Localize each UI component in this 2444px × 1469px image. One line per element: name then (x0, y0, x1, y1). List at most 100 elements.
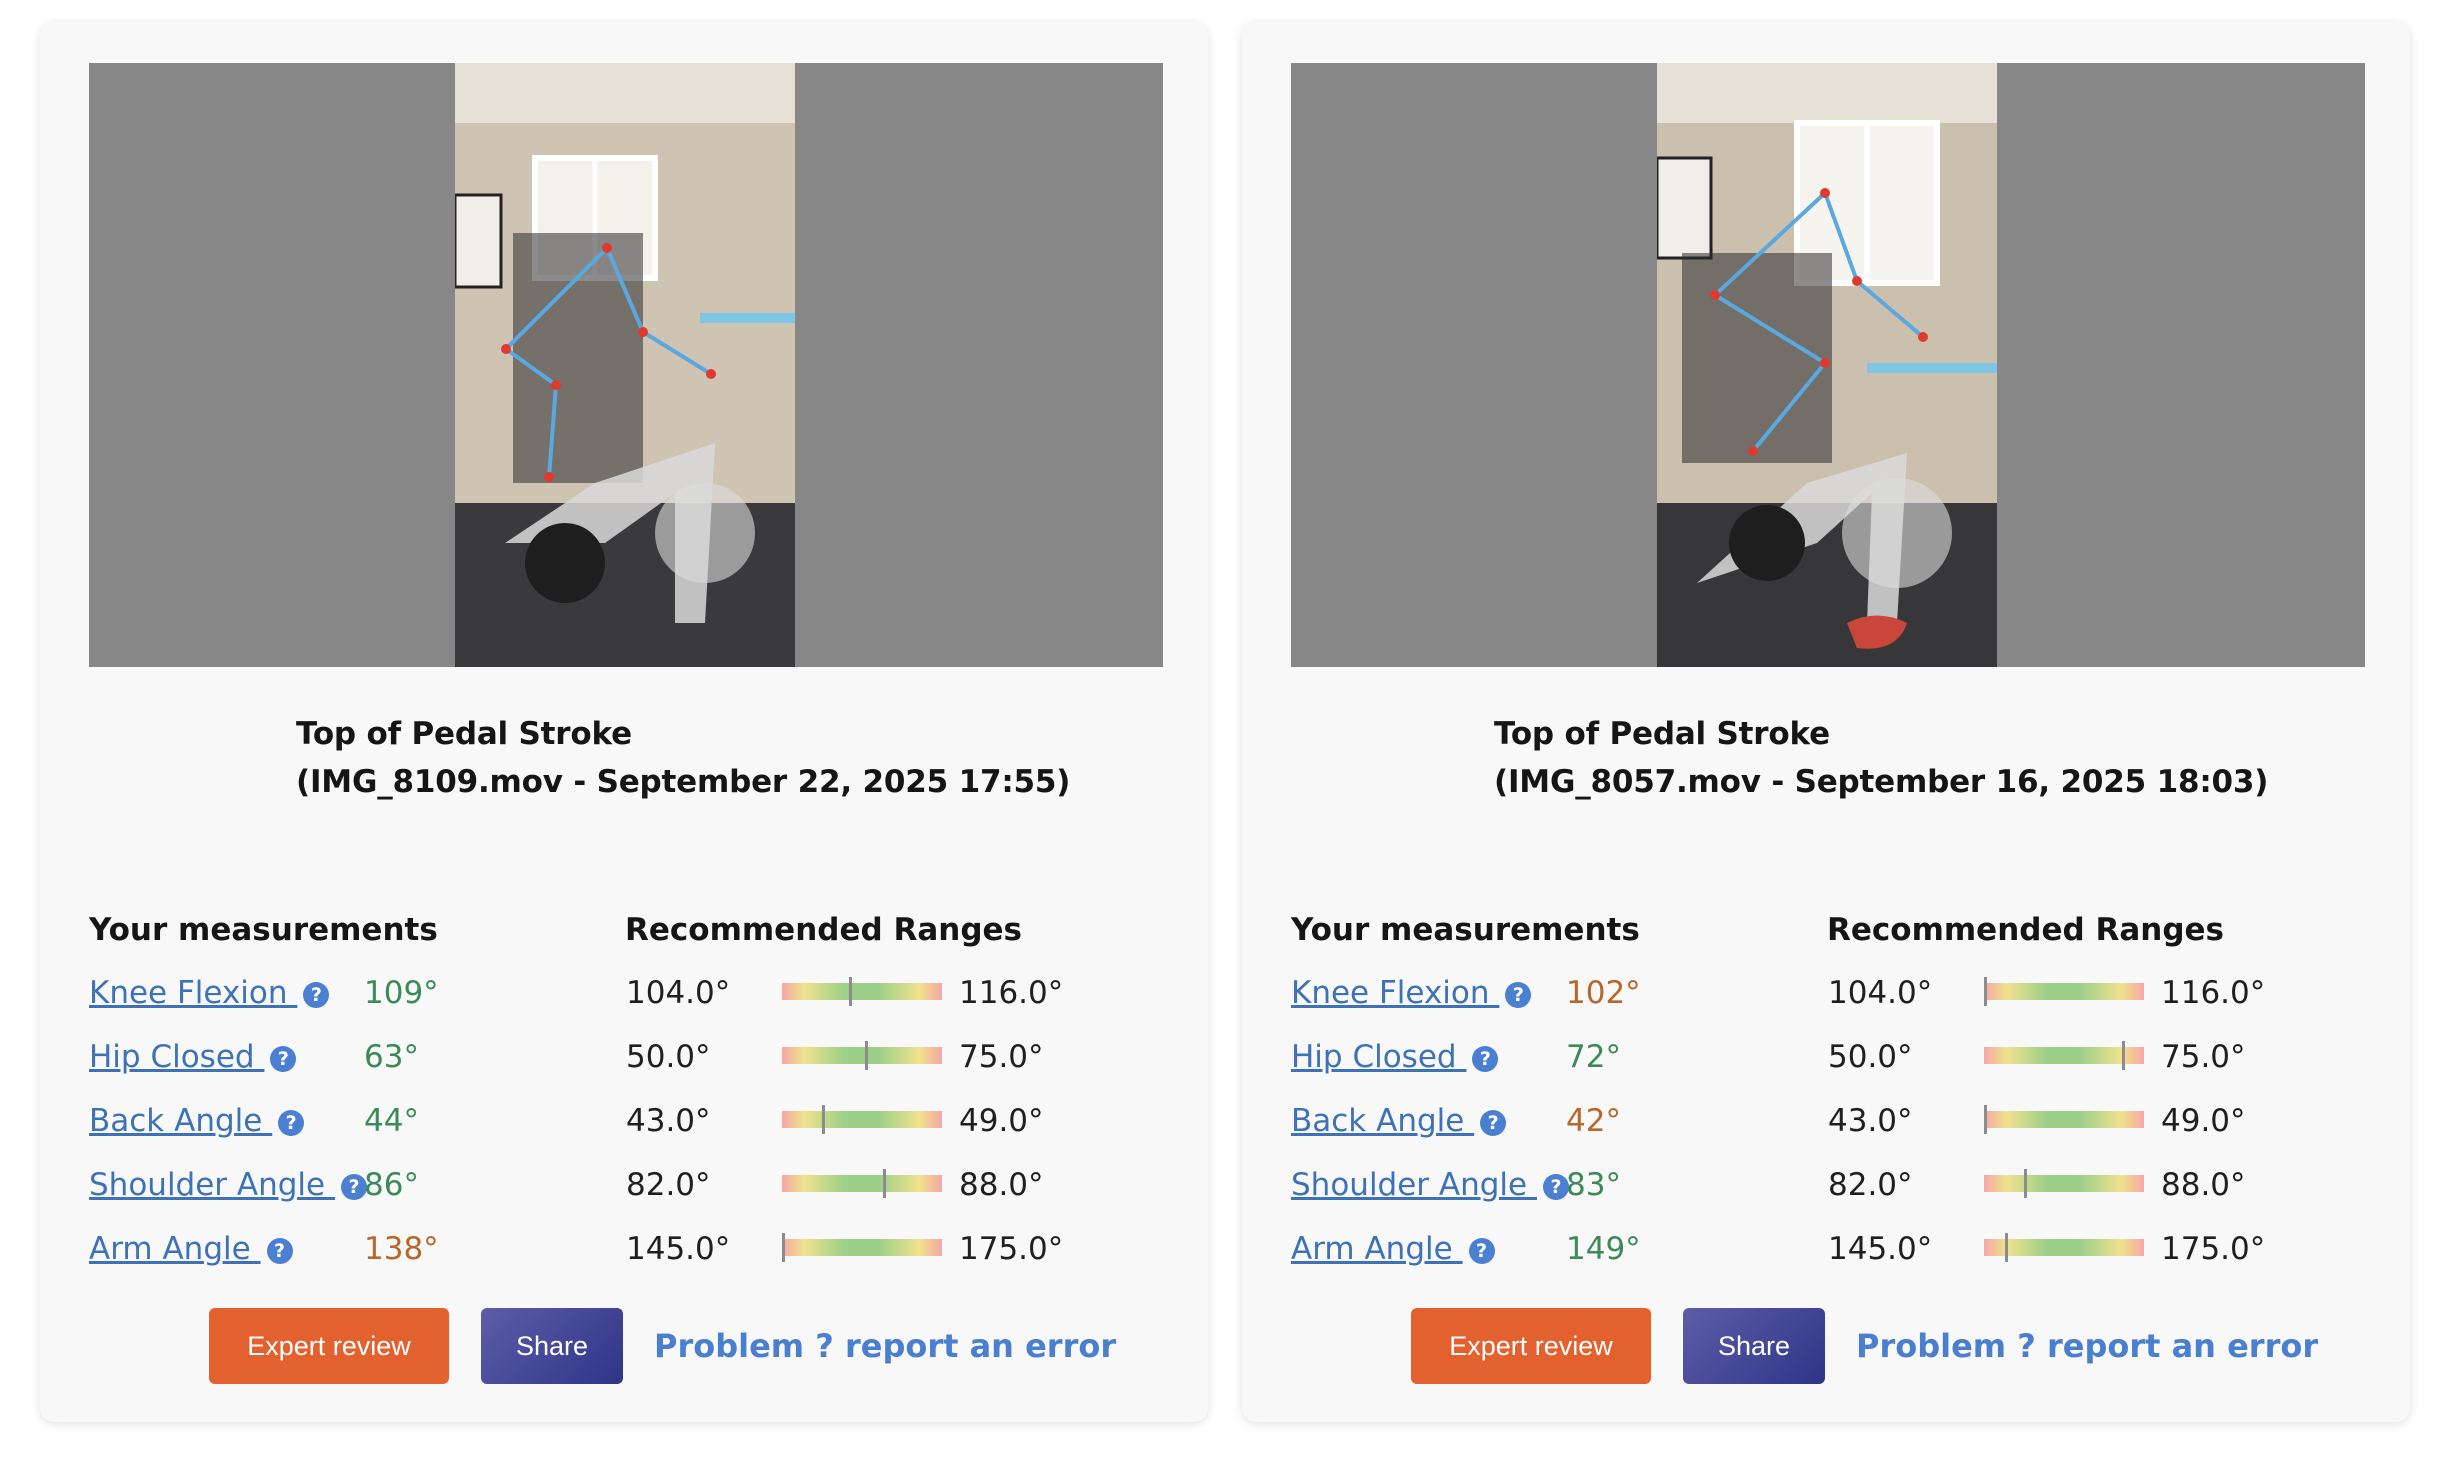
share-button[interactable]: Share (1683, 1308, 1825, 1384)
range-max: 116.0° (959, 975, 1064, 1011)
range-max: 75.0° (2161, 1039, 2246, 1075)
range-min: 104.0° (1828, 975, 1933, 1011)
expert-review-button[interactable]: Expert review (209, 1308, 449, 1384)
frame-caption: Top of Pedal Stroke (IMG_8057.mov - Sept… (1494, 710, 2268, 806)
video-frame[interactable] (1291, 63, 2365, 667)
range-marker (822, 1105, 825, 1134)
range-bar (782, 1105, 942, 1134)
report-error-link[interactable]: Problem ? report an error (1856, 1308, 2318, 1384)
analysis-card-2: Top of Pedal Stroke (IMG_8057.mov - Sept… (1242, 22, 2410, 1422)
range-min: 50.0° (626, 1039, 711, 1075)
range-marker (865, 1041, 869, 1070)
rider-photo (455, 63, 795, 667)
shoulder-angle-value: 86° (364, 1167, 419, 1203)
knee-flexion-link[interactable]: Knee Flexion ? (89, 968, 330, 1018)
help-icon[interactable]: ? (266, 1237, 293, 1264)
measurement-row-back-angle: Back Angle ? 42° 43.0° 49.0° (1291, 1096, 2371, 1146)
range-min: 82.0° (1828, 1167, 1913, 1203)
range-marker (1984, 977, 1987, 1006)
analysis-card-1: Top of Pedal Stroke (IMG_8109.mov - Sept… (40, 22, 1208, 1422)
range-max: 49.0° (959, 1103, 1044, 1139)
measurement-row-arm-angle: Arm Angle ? 149° 145.0° 175.0° (1291, 1224, 2371, 1274)
knee-flexion-value: 102° (1566, 975, 1641, 1011)
range-bar (1984, 1169, 2144, 1198)
range-min: 145.0° (626, 1231, 731, 1267)
help-icon[interactable]: ? (278, 1109, 305, 1136)
range-marker (782, 1233, 785, 1262)
range-min: 82.0° (626, 1167, 711, 1203)
measurements-heading: Your measurements (1291, 912, 1640, 948)
shoulder-angle-value: 83° (1566, 1167, 1621, 1203)
arm-angle-value: 149° (1566, 1231, 1641, 1267)
range-bar (1984, 977, 2144, 1006)
measurements-heading: Your measurements (89, 912, 438, 948)
measurement-row-shoulder-angle: Shoulder Angle ? 83° 82.0° 88.0° (1291, 1160, 2371, 1210)
measurement-row-knee-flexion: Knee Flexion ? 109° 104.0° 116.0° (89, 968, 1169, 1018)
shoulder-angle-link[interactable]: Shoulder Angle ? (89, 1160, 367, 1210)
report-error-link[interactable]: Problem ? report an error (654, 1308, 1116, 1384)
caption-title: Top of Pedal Stroke (296, 716, 632, 752)
range-marker (2024, 1169, 2027, 1198)
knee-flexion-value: 109° (364, 975, 439, 1011)
caption-file: (IMG_8057.mov - September 16, 2025 18:03… (1494, 764, 2269, 800)
help-icon[interactable]: ? (1505, 981, 1532, 1008)
range-max: 116.0° (2161, 975, 2266, 1011)
caption-file: (IMG_8109.mov - September 22, 2025 17:55… (296, 764, 1071, 800)
range-marker (2004, 1233, 2008, 1262)
measurement-row-knee-flexion: Knee Flexion ? 102° 104.0° 116.0° (1291, 968, 2371, 1018)
measurement-row-arm-angle: Arm Angle ? 138° 145.0° 175.0° (89, 1224, 1169, 1274)
range-marker (882, 1169, 886, 1198)
measurement-row-hip-closed: Hip Closed ? 72° 50.0° 75.0° (1291, 1032, 2371, 1082)
hip-closed-value: 63° (364, 1039, 419, 1075)
share-button[interactable]: Share (481, 1308, 623, 1384)
range-bar (1984, 1105, 2144, 1134)
measurement-row-hip-closed: Hip Closed ? 63° 50.0° 75.0° (89, 1032, 1169, 1082)
range-min: 50.0° (1828, 1039, 1913, 1075)
range-bar (782, 977, 942, 1006)
ranges-heading: Recommended Ranges (1827, 912, 2224, 948)
range-bar (782, 1233, 942, 1262)
range-bar (782, 1041, 942, 1070)
range-bar (1984, 1041, 2144, 1070)
range-min: 104.0° (626, 975, 731, 1011)
arm-angle-value: 138° (364, 1231, 439, 1267)
measurement-row-shoulder-angle: Shoulder Angle ? 86° 82.0° 88.0° (89, 1160, 1169, 1210)
hip-closed-value: 72° (1566, 1039, 1621, 1075)
range-max: 49.0° (2161, 1103, 2246, 1139)
help-icon[interactable]: ? (1480, 1109, 1507, 1136)
range-marker (1984, 1105, 1987, 1134)
range-marker (2121, 1041, 2125, 1070)
measurement-row-back-angle: Back Angle ? 44° 43.0° 49.0° (89, 1096, 1169, 1146)
range-max: 75.0° (959, 1039, 1044, 1075)
help-icon[interactable]: ? (303, 981, 330, 1008)
back-angle-value: 42° (1566, 1103, 1621, 1139)
range-marker (849, 977, 853, 1006)
range-max: 88.0° (959, 1167, 1044, 1203)
range-bar (1984, 1233, 2144, 1262)
shoulder-angle-link[interactable]: Shoulder Angle ? (1291, 1160, 1569, 1210)
arm-angle-link[interactable]: Arm Angle ? (89, 1224, 293, 1274)
ranges-heading: Recommended Ranges (625, 912, 1022, 948)
range-min: 43.0° (626, 1103, 711, 1139)
knee-flexion-link[interactable]: Knee Flexion ? (1291, 968, 1532, 1018)
back-angle-value: 44° (364, 1103, 419, 1139)
range-max: 175.0° (2161, 1231, 2266, 1267)
rider-photo (1657, 63, 1997, 667)
expert-review-button[interactable]: Expert review (1411, 1308, 1651, 1384)
range-min: 145.0° (1828, 1231, 1933, 1267)
back-angle-link[interactable]: Back Angle ? (1291, 1096, 1507, 1146)
range-bar (782, 1169, 942, 1198)
hip-closed-link[interactable]: Hip Closed ? (1291, 1032, 1499, 1082)
range-max: 88.0° (2161, 1167, 2246, 1203)
help-icon[interactable]: ? (270, 1045, 297, 1072)
back-angle-link[interactable]: Back Angle ? (89, 1096, 305, 1146)
help-icon[interactable]: ? (1468, 1237, 1495, 1264)
help-icon[interactable]: ? (1472, 1045, 1499, 1072)
range-max: 175.0° (959, 1231, 1064, 1267)
range-min: 43.0° (1828, 1103, 1913, 1139)
hip-closed-link[interactable]: Hip Closed ? (89, 1032, 297, 1082)
video-frame[interactable] (89, 63, 1163, 667)
arm-angle-link[interactable]: Arm Angle ? (1291, 1224, 1495, 1274)
caption-title: Top of Pedal Stroke (1494, 716, 1830, 752)
frame-caption: Top of Pedal Stroke (IMG_8109.mov - Sept… (296, 710, 1070, 806)
